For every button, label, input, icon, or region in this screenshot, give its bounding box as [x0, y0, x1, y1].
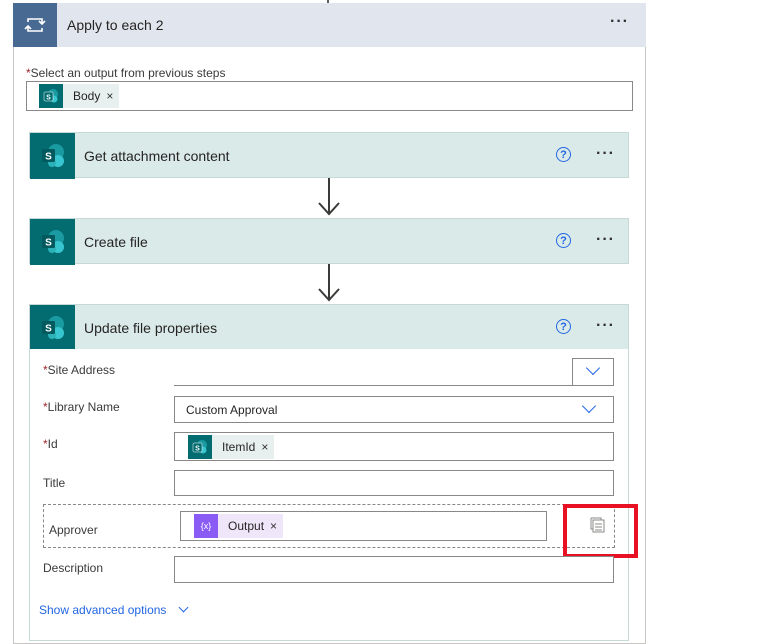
- title-field[interactable]: [174, 470, 614, 496]
- sharepoint-icon: S: [188, 435, 212, 459]
- action-menu-button[interactable]: ···: [596, 145, 615, 163]
- title-label: Title: [43, 476, 66, 490]
- site-address-underline: [174, 385, 614, 386]
- library-name-value: Custom Approval: [186, 403, 278, 417]
- body-token[interactable]: S Body ×: [39, 84, 120, 108]
- highlight-box: [563, 504, 638, 558]
- help-icon[interactable]: ?: [556, 233, 571, 248]
- svg-text:S: S: [45, 324, 52, 335]
- svg-text:S: S: [46, 95, 51, 102]
- apply-to-each-menu-button[interactable]: ···: [610, 13, 629, 31]
- action-menu-button[interactable]: ···: [596, 231, 615, 249]
- action-title: Update file properties: [84, 320, 218, 336]
- show-advanced-options-link[interactable]: Show advanced options: [39, 602, 189, 617]
- itemid-token-remove-button[interactable]: ×: [261, 440, 274, 454]
- description-label: Description: [43, 561, 104, 575]
- select-output-field[interactable]: S Body ×: [26, 81, 633, 111]
- show-advanced-options-label: Show advanced options: [39, 603, 167, 617]
- chevron-down-icon: [178, 602, 189, 613]
- help-icon[interactable]: ?: [556, 147, 571, 162]
- action-menu-button[interactable]: ···: [596, 317, 615, 335]
- output-token[interactable]: {x} Output ×: [194, 514, 284, 538]
- approver-label: Approver: [49, 523, 98, 537]
- itemid-token-label: ItemId: [222, 440, 256, 454]
- site-address-dropdown-button[interactable]: [572, 358, 614, 386]
- variable-icon: {x}: [194, 514, 218, 538]
- svg-text:S: S: [45, 152, 52, 163]
- sharepoint-icon: S: [30, 305, 75, 351]
- svg-text:S: S: [195, 446, 200, 453]
- connector-arrow-icon: [318, 288, 340, 302]
- chevron-down-icon: [585, 360, 601, 376]
- description-field[interactable]: [174, 556, 614, 583]
- id-label: *Id: [43, 437, 58, 451]
- action-title: Create file: [84, 234, 148, 250]
- output-token-label: Output: [228, 519, 265, 533]
- approver-field[interactable]: {x} Output ×: [180, 511, 547, 541]
- action-update-file-properties[interactable]: S Update file properties ? ···: [29, 304, 629, 351]
- action-create-file[interactable]: S Create file ? ···: [29, 218, 629, 265]
- loop-icon: [13, 3, 57, 47]
- body-token-remove-button[interactable]: ×: [106, 89, 119, 103]
- itemid-token[interactable]: S ItemId ×: [188, 435, 275, 459]
- sharepoint-icon: S: [30, 219, 75, 265]
- library-name-dropdown[interactable]: Custom Approval: [174, 396, 614, 423]
- connector-arrow-icon: [318, 202, 340, 216]
- select-output-label-text: Select an output from previous steps: [30, 66, 226, 80]
- output-token-remove-button[interactable]: ×: [270, 519, 283, 533]
- select-output-label: *Select an output from previous steps: [26, 66, 225, 80]
- library-name-label: *Library Name: [43, 400, 120, 414]
- action-get-attachment-content[interactable]: S Get attachment content ? ···: [29, 132, 629, 179]
- site-address-label-text: Site Address: [47, 363, 116, 377]
- site-address-field[interactable]: [174, 358, 572, 385]
- action-title: Get attachment content: [84, 148, 230, 164]
- chevron-down-icon: [581, 398, 597, 414]
- id-label-text: Id: [47, 437, 58, 451]
- site-address-label: *Site Address: [43, 363, 115, 377]
- apply-to-each-title: Apply to each 2: [67, 17, 164, 33]
- sharepoint-icon: S: [30, 133, 75, 179]
- id-field[interactable]: S ItemId ×: [174, 432, 614, 461]
- sharepoint-icon: S: [39, 84, 63, 108]
- svg-text:S: S: [45, 238, 52, 249]
- help-icon[interactable]: ?: [556, 319, 571, 334]
- library-name-label-text: Library Name: [47, 400, 120, 414]
- body-token-label: Body: [73, 89, 101, 103]
